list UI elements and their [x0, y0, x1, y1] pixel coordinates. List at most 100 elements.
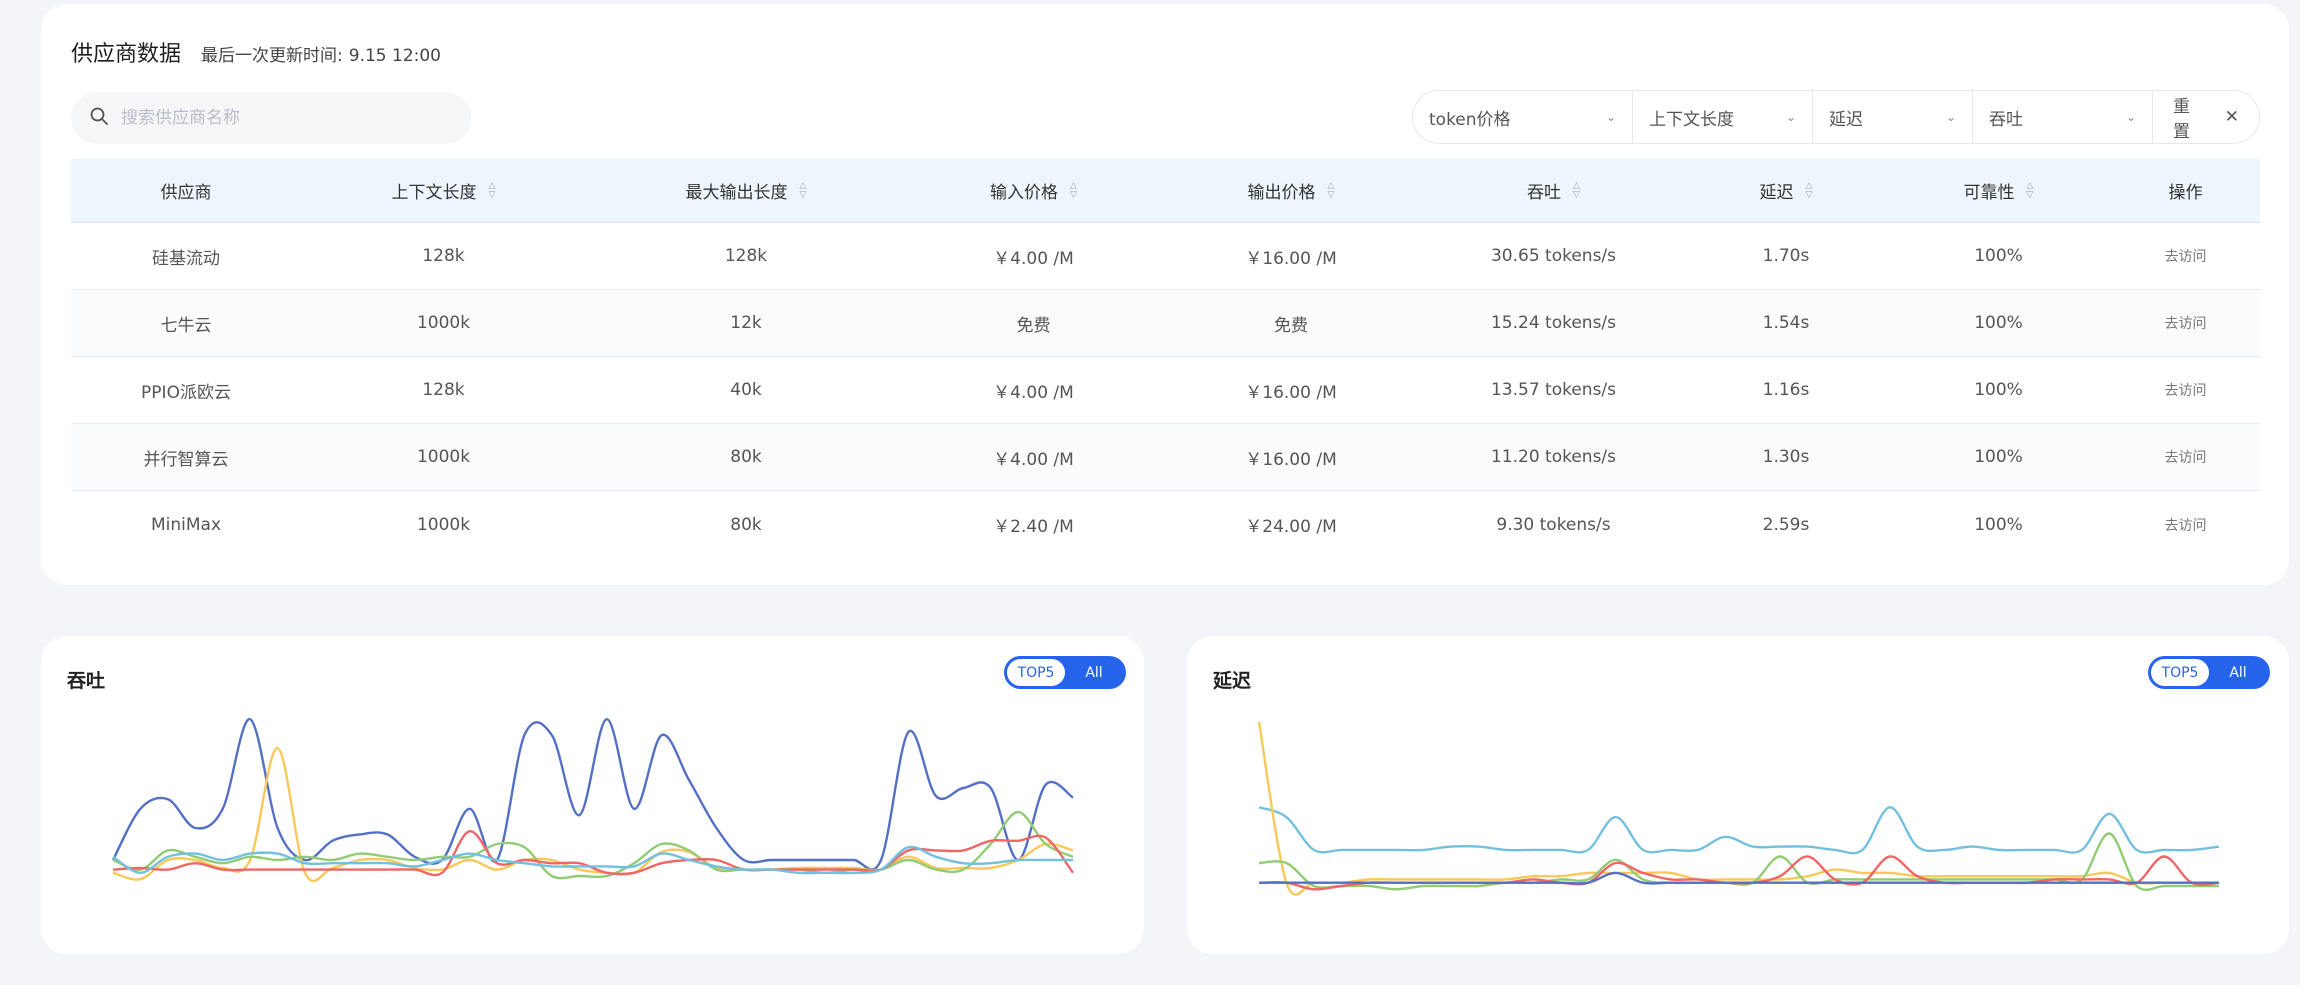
reset-label: 重置 — [2173, 97, 2190, 142]
header: 供应商数据 最后一次更新时间: 9.15 12:00 — [71, 36, 441, 68]
filter-latency[interactable]: 延迟 ⌄ — [1813, 91, 1973, 143]
series-line-1 — [1258, 806, 2220, 855]
cell-throughput: 9.30 tokens/s — [1496, 514, 1611, 535]
table-row: MiniMax 1000k 80k ￥2.40 /M ￥24.00 /M 9.30 tok… — [71, 491, 2260, 558]
cell-input-price: ￥4.00 /M — [993, 382, 1074, 403]
filter-context[interactable]: 上下文长度 ⌄ — [1633, 91, 1813, 143]
cell-latency: 1.16s — [1762, 380, 1810, 400]
filter-throughput-label: 吞吐 — [1989, 109, 2023, 130]
cell-input-price: 免费 — [1016, 315, 1051, 336]
cell-max-output: 80k — [730, 447, 762, 467]
table-row: 硅基流动 128k 128k ￥4.00 /M ￥16.00 /M 30.65 token… — [71, 223, 2260, 290]
cell-output-price: ￥16.00 /M — [1245, 449, 1337, 470]
cell-supplier: MiniMax — [150, 514, 222, 535]
last-updated-label: 最后一次更新时间: — [201, 46, 343, 66]
latency-panel: 延迟 TOP5 All — [1187, 636, 2289, 954]
chevron-down-icon: ⌄ — [1945, 110, 1956, 124]
sort-icon[interactable]: △ ▽ — [1070, 181, 1077, 200]
cell-context: 1000k — [416, 313, 471, 333]
table-row: 并行智算云 1000k 80k ￥4.00 /M ￥16.00 /M 11.20 toke… — [71, 424, 2260, 491]
filter-context-label: 上下文长度 — [1649, 109, 1734, 130]
table-body: 硅基流动 128k 128k ￥4.00 /M ￥16.00 /M 30.65 token… — [71, 223, 2260, 558]
cell-throughput: 11.20 tokens/s — [1490, 447, 1617, 467]
col-latency[interactable]: 延迟 △ ▽ — [1686, 178, 1886, 203]
throughput-chart — [111, 717, 1074, 882]
cell-output-price: 免费 — [1274, 315, 1308, 336]
cell-output-price: ￥16.00 /M — [1245, 248, 1337, 269]
visit-link[interactable]: 去访问 — [2111, 246, 2260, 266]
cell-latency: 2.59s — [1762, 514, 1810, 535]
col-throughput[interactable]: 吞吐 △ ▽ — [1421, 178, 1686, 203]
cell-reliability: 100% — [1974, 246, 2023, 266]
cell-supplier: PPIO派欧云 — [141, 382, 231, 403]
cell-output-price: ￥24.00 /M — [1245, 517, 1337, 537]
visit-link[interactable]: 去访问 — [2111, 515, 2260, 535]
cell-input-price: ￥2.40 /M — [993, 517, 1074, 537]
cell-reliability: 100% — [1974, 380, 2023, 400]
visit-link[interactable]: 去访问 — [2111, 313, 2260, 333]
col-max-output[interactable]: 最大输出长度 △ ▽ — [586, 178, 906, 203]
chevron-down-icon: ⌄ — [2125, 110, 2136, 124]
col-context[interactable]: 上下文长度 △ ▽ — [301, 178, 586, 203]
cell-latency: 1.30s — [1762, 447, 1810, 467]
series-line-2 — [1257, 721, 2219, 896]
sort-icon[interactable]: △ ▽ — [2027, 181, 2034, 200]
cell-reliability: 100% — [1974, 447, 2023, 467]
page-title: 供应商数据 — [71, 42, 182, 67]
cell-input-price: ￥4.00 /M — [993, 449, 1074, 470]
table-header: 供应商 上下文长度 △ ▽ 最大输出长度 △ ▽ 输入价格 △ ▽ 输出价格 △ ▽ 吞吐 △ ▽ … — [71, 159, 2260, 223]
cell-supplier: 七牛云 — [160, 315, 212, 336]
chevron-down-icon: ⌄ — [1785, 110, 1796, 124]
sort-icon[interactable]: △ ▽ — [800, 181, 807, 200]
reset-button[interactable]: 重置 ✕ — [2153, 91, 2259, 143]
col-input-price[interactable]: 输入价格 △ ▽ — [906, 178, 1161, 203]
cell-max-output: 12k — [730, 313, 762, 333]
cell-context: 1000k — [416, 447, 471, 467]
filter-group: token价格 ⌄ 上下文长度 ⌄ 延迟 ⌄ 吞吐 ⌄ 重置 ✕ — [1412, 90, 2260, 144]
cell-latency: 1.54s — [1762, 313, 1810, 333]
table-row: 七牛云 1000k 12k 免费 免费 15.24 tokens/s 1.54s 100% 去访… — [71, 290, 2260, 357]
cell-max-output: 128k — [724, 246, 768, 266]
search-input[interactable] — [121, 108, 451, 128]
cell-supplier: 硅基流动 — [152, 248, 220, 269]
cell-throughput: 30.65 tokens/s — [1490, 246, 1617, 266]
last-updated: 最后一次更新时间: 9.15 12:00 — [201, 41, 441, 66]
search-icon — [89, 106, 109, 130]
series-line-4 — [1258, 855, 2220, 891]
cell-latency: 1.70s — [1762, 246, 1810, 266]
cell-supplier: 并行智算云 — [143, 449, 229, 470]
sort-icon[interactable]: △ ▽ — [1806, 181, 1813, 200]
last-updated-value: 9.15 12:00 — [348, 46, 441, 66]
latency-chart — [1257, 721, 2220, 896]
filter-token-price[interactable]: token价格 ⌄ — [1413, 91, 1633, 143]
sort-icon[interactable]: △ ▽ — [1328, 181, 1335, 200]
cell-reliability: 100% — [1974, 514, 2023, 535]
sort-icon[interactable]: △ ▽ — [1573, 181, 1580, 200]
search-box[interactable] — [71, 92, 471, 144]
filter-token-price-label: token价格 — [1429, 109, 1511, 130]
cell-output-price: ￥16.00 /M — [1245, 382, 1337, 403]
cell-throughput: 13.57 tokens/s — [1490, 380, 1617, 400]
col-action: 操作 — [2168, 183, 2203, 203]
table-row: PPIO派欧云 128k 40k ￥4.00 /M ￥16.00 /M 13.57 tok… — [71, 357, 2260, 424]
cell-throughput: 15.24 tokens/s — [1490, 313, 1617, 333]
visit-link[interactable]: 去访问 — [2111, 447, 2260, 467]
col-output-price[interactable]: 输出价格 △ ▽ — [1161, 178, 1421, 203]
close-icon: ✕ — [2224, 107, 2239, 127]
cell-reliability: 100% — [1974, 313, 2023, 333]
col-reliability[interactable]: 可靠性 △ ▽ — [1886, 178, 2111, 203]
filter-latency-label: 延迟 — [1829, 109, 1863, 130]
cell-context: 128k — [422, 246, 465, 266]
series-line-1 — [111, 717, 1074, 871]
cell-context: 1000k — [416, 514, 471, 535]
col-supplier: 供应商 — [160, 183, 212, 203]
cell-max-output: 80k — [730, 514, 762, 535]
cell-max-output: 40k — [730, 380, 762, 400]
sort-icon[interactable]: △ ▽ — [489, 181, 496, 200]
supplier-table: 供应商 上下文长度 △ ▽ 最大输出长度 △ ▽ 输入价格 △ ▽ 输出价格 △ ▽ 吞吐 △ ▽ … — [71, 159, 2260, 558]
visit-link[interactable]: 去访问 — [2111, 380, 2260, 400]
throughput-panel: 吞吐 TOP5 All — [41, 636, 1144, 954]
chevron-down-icon: ⌄ — [1605, 110, 1616, 124]
supplier-card: 供应商数据 最后一次更新时间:9.15 12:00 token价格 ⌄ 上下文长… — [41, 4, 2289, 585]
filter-throughput[interactable]: 吞吐 ⌄ — [1973, 91, 2153, 143]
